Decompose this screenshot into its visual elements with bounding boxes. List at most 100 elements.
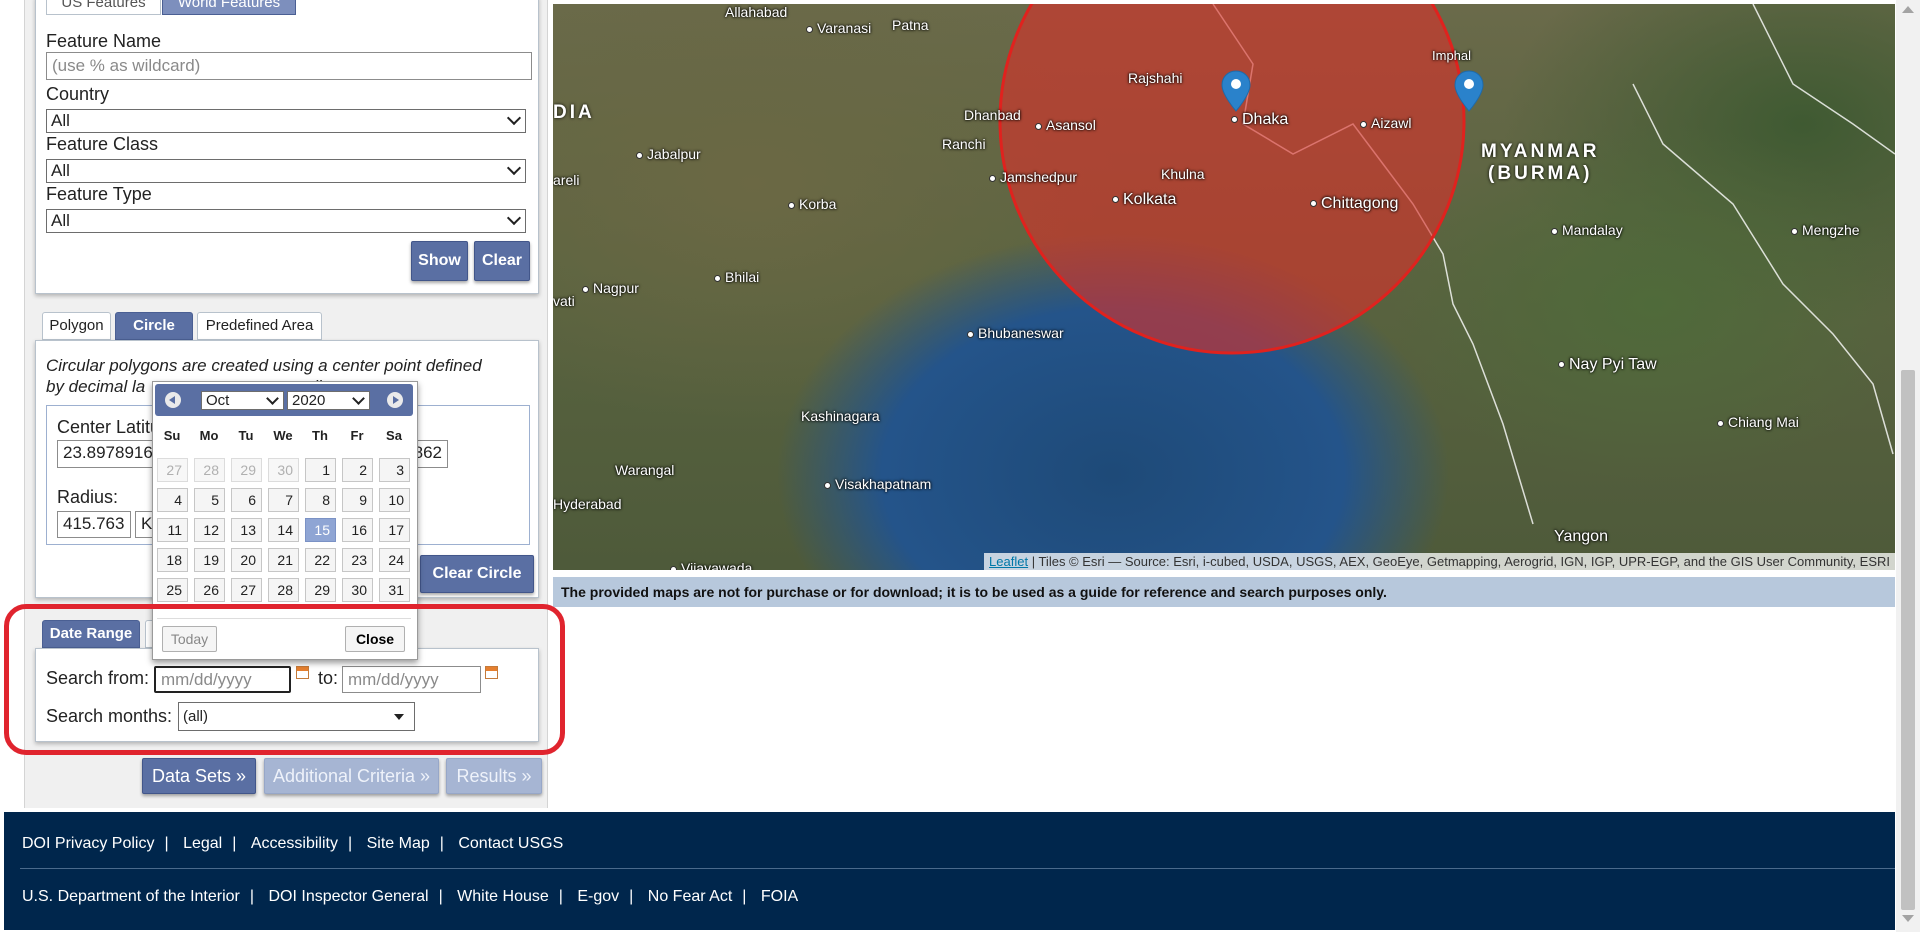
calendar-day[interactable]: 6: [231, 488, 262, 512]
city-dot: [582, 285, 589, 293]
year-select[interactable]: 2020: [287, 391, 370, 410]
calendar-day[interactable]: 30: [268, 458, 299, 482]
date-range-box: Search from: to: Search months: (all): [35, 648, 539, 742]
next-month-icon[interactable]: [387, 392, 403, 408]
calendar-day[interactable]: 28: [268, 578, 299, 602]
feature-name-input[interactable]: [46, 52, 532, 80]
city-label: Korba: [788, 196, 836, 212]
city-label: Bhubaneswar: [967, 325, 1064, 341]
calendar-icon[interactable]: [485, 666, 498, 679]
calendar-day[interactable]: 11: [157, 518, 188, 542]
footer-link-privacy[interactable]: DOI Privacy Policy: [22, 835, 154, 853]
footer-divider: [20, 868, 1895, 869]
footer-link-site-map[interactable]: Site Map: [367, 835, 430, 853]
calendar-day[interactable]: 15: [305, 518, 336, 542]
tab-predefined-area[interactable]: Predefined Area: [197, 312, 322, 340]
calendar-day[interactable]: 27: [157, 458, 188, 482]
feature-class-label: Feature Class: [46, 134, 159, 154]
calendar-day[interactable]: 23: [342, 548, 373, 572]
calendar-day[interactable]: 22: [305, 548, 336, 572]
calendar-day[interactable]: 19: [194, 548, 225, 572]
weekday-label: Th: [312, 428, 328, 443]
search-months-select[interactable]: (all): [178, 702, 415, 731]
leaflet-link[interactable]: Leaflet: [989, 554, 1028, 569]
calendar-day[interactable]: 29: [231, 458, 262, 482]
calendar-day[interactable]: 1: [305, 458, 336, 482]
calendar-day[interactable]: 10: [379, 488, 410, 512]
map-view[interactable]: Allahabad Varanasi Patna Jabalpur Dhanba…: [553, 4, 1895, 570]
calendar-day[interactable]: 18: [157, 548, 188, 572]
calendar-icon[interactable]: [296, 666, 309, 679]
calendar-day[interactable]: 8: [305, 488, 336, 512]
scroll-up-icon[interactable]: [1902, 6, 1914, 13]
search-from-input[interactable]: [154, 666, 291, 693]
feature-type-select[interactable]: All: [46, 209, 526, 233]
footer-link-inspector-general[interactable]: DOI Inspector General: [268, 888, 428, 906]
clear-button[interactable]: Clear: [474, 241, 530, 281]
calendar-day[interactable]: 5: [194, 488, 225, 512]
tab-us-features[interactable]: US Features: [46, 0, 161, 15]
footer-link-foia[interactable]: FOIA: [761, 888, 798, 906]
calendar-day[interactable]: 29: [305, 578, 336, 602]
calendar-day[interactable]: 4: [157, 488, 188, 512]
page-scrollbar[interactable]: [1896, 0, 1920, 932]
chevron-down-icon: [506, 160, 522, 176]
scrollbar-thumb[interactable]: [1901, 370, 1915, 910]
calendar-day[interactable]: 17: [379, 518, 410, 542]
calendar-day[interactable]: 24: [379, 548, 410, 572]
results-button[interactable]: Results »: [446, 758, 542, 794]
city-label: Varanasi: [806, 20, 871, 36]
calendar-day[interactable]: 16: [342, 518, 373, 542]
datepicker-divider: [157, 618, 411, 619]
footer-link-legal[interactable]: Legal: [183, 835, 222, 853]
footer-link-white-house[interactable]: White House: [457, 888, 549, 906]
footer-link-egov[interactable]: E-gov: [577, 888, 619, 906]
footer-link-no-fear-act[interactable]: No Fear Act: [648, 888, 732, 906]
city-dot: [1791, 227, 1798, 235]
footer-link-contact[interactable]: Contact USGS: [458, 835, 563, 853]
calendar-day[interactable]: 25: [157, 578, 188, 602]
feature-class-select[interactable]: All: [46, 159, 526, 183]
city-label: areli: [553, 172, 580, 188]
center-latitude-label: Center Latitu: [57, 417, 161, 437]
scroll-down-icon[interactable]: [1902, 915, 1914, 922]
footer-link-doi[interactable]: U.S. Department of the Interior: [22, 888, 240, 906]
calendar-day[interactable]: 21: [268, 548, 299, 572]
tab-world-features[interactable]: World Features: [162, 0, 296, 15]
today-button[interactable]: Today: [162, 626, 217, 652]
tab-date-range[interactable]: Date Range: [42, 620, 140, 648]
show-button[interactable]: Show: [411, 241, 468, 281]
calendar-day[interactable]: 14: [268, 518, 299, 542]
city-label: Nagpur: [582, 280, 639, 296]
radius-input[interactable]: 415.763: [57, 511, 131, 538]
weekday-label: Sa: [386, 428, 402, 443]
calendar-day[interactable]: 2: [342, 458, 373, 482]
city-label: Dhaka: [1231, 111, 1288, 129]
calendar-day[interactable]: 9: [342, 488, 373, 512]
month-select[interactable]: Oct: [201, 391, 284, 410]
city-dot: [806, 25, 813, 33]
calendar-day[interactable]: 12: [194, 518, 225, 542]
footer-link-accessibility[interactable]: Accessibility: [251, 835, 338, 853]
datepicker-popup: Oct 2020 Su Mo Tu We Th Fr Sa 27 28 29 30 1 2 3 4 5 6 7 8…: [152, 381, 418, 660]
calendar-day[interactable]: 28: [194, 458, 225, 482]
calendar-day[interactable]: 27: [231, 578, 262, 602]
calendar-day[interactable]: 7: [268, 488, 299, 512]
additional-criteria-button[interactable]: Additional Criteria »: [264, 758, 439, 794]
clear-circle-button[interactable]: Clear Circle: [420, 555, 534, 593]
calendar-day[interactable]: 20: [231, 548, 262, 572]
prev-month-icon[interactable]: [165, 392, 181, 408]
close-button[interactable]: Close: [345, 626, 405, 652]
calendar-day[interactable]: 26: [194, 578, 225, 602]
country-select[interactable]: All: [46, 109, 526, 133]
data-sets-button[interactable]: Data Sets »: [142, 758, 256, 794]
tab-circle[interactable]: Circle: [115, 312, 193, 340]
calendar-day[interactable]: 31: [379, 578, 410, 602]
search-to-input[interactable]: [342, 666, 481, 693]
tab-polygon[interactable]: Polygon: [42, 312, 111, 340]
calendar-day[interactable]: 30: [342, 578, 373, 602]
city-label: Warangal: [615, 462, 675, 478]
calendar-day[interactable]: 13: [231, 518, 262, 542]
calendar-day[interactable]: 3: [379, 458, 410, 482]
search-months-label: Search months:: [46, 706, 173, 726]
